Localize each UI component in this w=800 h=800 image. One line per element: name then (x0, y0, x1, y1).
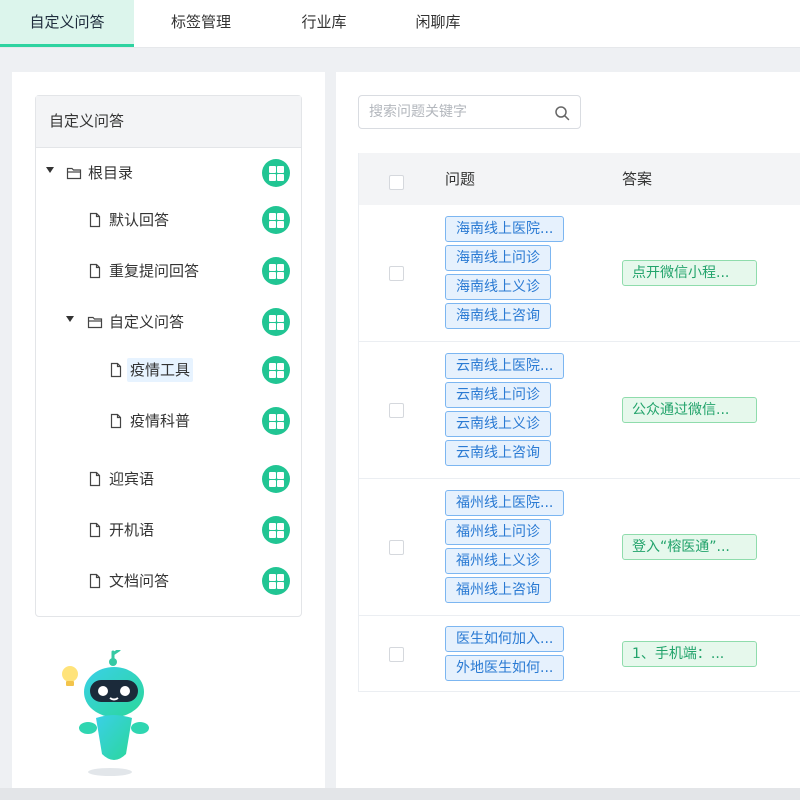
tree-node-repeat-answer[interactable]: 重复提问回答 (36, 256, 301, 286)
grid-icon[interactable] (262, 516, 290, 544)
tree-node-label: 根目录 (88, 164, 134, 182)
tree-node-label: 重复提问回答 (109, 262, 200, 280)
question-tag[interactable]: 云南线上咨询 (445, 440, 551, 466)
row-checkbox[interactable] (389, 266, 404, 281)
question-tag[interactable]: 外地医生如何... (445, 655, 565, 681)
file-icon (110, 362, 122, 378)
folder-icon (87, 316, 103, 329)
tree-node-label: 默认回答 (109, 211, 170, 229)
question-tag[interactable]: 医生如何加入... (445, 626, 565, 652)
search-icon[interactable] (554, 105, 570, 121)
tree-node-label: 自定义问答 (109, 313, 185, 331)
search-input[interactable]: 搜索问题关键字 (358, 95, 581, 129)
question-tag[interactable]: 福州线上问诊 (445, 519, 551, 545)
table-row[interactable]: 医生如何加入... 外地医生如何... 1、手机端：... (359, 616, 800, 692)
grid-icon[interactable] (262, 567, 290, 595)
select-all-checkbox[interactable] (389, 175, 404, 190)
caret-down-icon[interactable] (46, 167, 54, 173)
caret-down-icon[interactable] (66, 316, 74, 322)
grid-icon[interactable] (262, 407, 290, 435)
tree-header: 自定义问答 (36, 96, 301, 148)
bottom-strip (0, 788, 800, 800)
tree-node-label: 文档问答 (109, 572, 170, 590)
tree-node-label: 疫情科普 (130, 412, 191, 430)
folder-icon (66, 167, 82, 180)
question-tag[interactable]: 福州线上咨询 (445, 577, 551, 603)
answer-tag[interactable]: 点开微信小程... (622, 260, 757, 286)
robot-mascot (62, 650, 149, 776)
file-icon (89, 471, 101, 487)
file-icon (110, 413, 122, 429)
tab-industry-library[interactable]: 行业库 (276, 0, 372, 47)
tree-node-epidemic-tools[interactable]: 疫情工具 (36, 355, 301, 385)
tree-node-root[interactable]: 根目录 (36, 158, 301, 188)
grid-icon[interactable] (262, 356, 290, 384)
grid-icon[interactable] (262, 308, 290, 336)
question-tag[interactable]: 云南线上医院... (445, 353, 565, 379)
row-checkbox[interactable] (389, 403, 404, 418)
tree-node-label: 迎宾语 (109, 470, 155, 488)
column-header-answer: 答案 (622, 170, 653, 188)
column-header-question: 问题 (445, 170, 476, 188)
question-tag[interactable]: 福州线上义诊 (445, 548, 551, 574)
table-row[interactable]: 云南线上医院... 云南线上问诊 云南线上义诊 云南线上咨询 公众通过微信... (359, 342, 800, 479)
search-placeholder: 搜索问题关键字 (369, 104, 467, 120)
tab-tag-management[interactable]: 标签管理 (148, 0, 254, 47)
row-checkbox[interactable] (389, 647, 404, 662)
top-tab-bar: 自定义问答 标签管理 行业库 闲聊库 (0, 0, 800, 48)
qa-table: 问题 答案 海南线上医院... 海南线上问诊 海南线上义诊 海南线上咨询 点开微… (358, 153, 800, 692)
category-tree: 自定义问答 根目录 默认回答 重复提问回答 自定义问答 疫情工具 疫情科普 迎宾… (35, 95, 302, 617)
grid-icon[interactable] (262, 206, 290, 234)
question-tag[interactable]: 云南线上义诊 (445, 411, 551, 437)
tree-node-epidemic-science[interactable]: 疫情科普 (36, 406, 301, 436)
answer-tag[interactable]: 1、手机端：... (622, 641, 757, 667)
tree-node-label: 疫情工具 (127, 358, 194, 382)
table-row[interactable]: 海南线上医院... 海南线上问诊 海南线上义诊 海南线上咨询 点开微信小程... (359, 205, 800, 342)
question-tag[interactable]: 海南线上问诊 (445, 245, 551, 271)
tab-chitchat-library[interactable]: 闲聊库 (390, 0, 486, 47)
tree-node-custom-qa[interactable]: 自定义问答 (36, 307, 301, 337)
file-icon (89, 263, 101, 279)
question-tag[interactable]: 海南线上义诊 (445, 274, 551, 300)
question-tag[interactable]: 海南线上医院... (445, 216, 565, 242)
tab-custom-qa[interactable]: 自定义问答 (0, 0, 134, 47)
left-panel: 自定义问答 根目录 默认回答 重复提问回答 自定义问答 疫情工具 疫情科普 迎宾… (12, 72, 325, 788)
tree-node-label: 开机语 (109, 521, 155, 539)
row-checkbox[interactable] (389, 540, 404, 555)
right-panel: 搜索问题关键字 问题 答案 海南线上医院... 海南线上问诊 海南线上义诊 海南… (336, 72, 800, 788)
file-icon (89, 573, 101, 589)
tree-node-default-answer[interactable]: 默认回答 (36, 205, 301, 235)
grid-icon[interactable] (262, 465, 290, 493)
file-icon (89, 522, 101, 538)
table-header: 问题 答案 (359, 153, 800, 205)
question-tag[interactable]: 海南线上咨询 (445, 303, 551, 329)
table-row[interactable]: 福州线上医院... 福州线上问诊 福州线上义诊 福州线上咨询 登入“榕医通”..… (359, 479, 800, 616)
tree-node-document-qa[interactable]: 文档问答 (36, 566, 301, 596)
tree-node-startup[interactable]: 开机语 (36, 515, 301, 545)
tree-node-welcome[interactable]: 迎宾语 (36, 464, 301, 494)
grid-icon[interactable] (262, 159, 290, 187)
question-tag[interactable]: 云南线上问诊 (445, 382, 551, 408)
grid-icon[interactable] (262, 257, 290, 285)
file-icon (89, 212, 101, 228)
question-tag[interactable]: 福州线上医院... (445, 490, 565, 516)
answer-tag[interactable]: 公众通过微信... (622, 397, 757, 423)
answer-tag[interactable]: 登入“榕医通”... (622, 534, 757, 560)
